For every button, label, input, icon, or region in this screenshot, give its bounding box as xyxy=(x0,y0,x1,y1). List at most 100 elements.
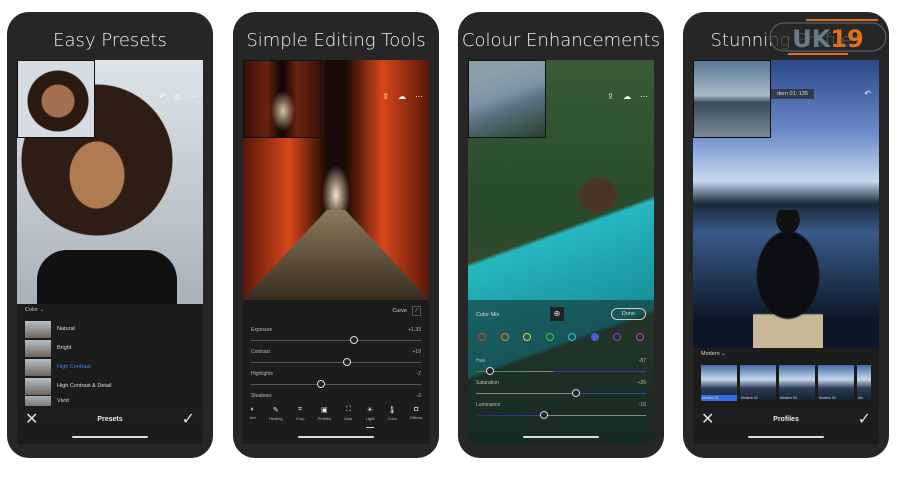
profile-thumbnail[interactable]: Modern 02 xyxy=(740,365,776,401)
profile-thumbnail[interactable]: Modern 01 xyxy=(701,365,737,401)
slider-label: Luminance xyxy=(476,402,501,408)
tool-selective[interactable]: ◐ tive xyxy=(250,406,256,428)
color-swatch[interactable] xyxy=(523,333,532,341)
color-swatch[interactable] xyxy=(568,333,577,341)
preset-item[interactable]: High Contrast & Detail xyxy=(25,377,111,395)
preset-label: Bright xyxy=(57,345,72,351)
profile-thumbnail[interactable]: Mo xyxy=(857,365,871,401)
slider-knob[interactable] xyxy=(572,389,580,397)
profile-thumbnail[interactable]: Modern 04 xyxy=(818,365,854,401)
top-icons: ⇪ ☁ ⋯ xyxy=(382,92,423,101)
contrast-slider[interactable]: Contrast +19 xyxy=(251,349,421,369)
preset-item-selected[interactable]: High Contrast xyxy=(25,358,91,376)
undo-icon[interactable]: ↶ xyxy=(159,92,166,101)
tool-effects[interactable]: ◘ Effects xyxy=(410,406,422,428)
slider-knob[interactable] xyxy=(343,358,351,366)
check-icon[interactable]: ✓ xyxy=(858,409,871,429)
curve-label: Curve xyxy=(392,308,408,314)
tool-label: Healing xyxy=(269,416,283,421)
home-indicator xyxy=(748,436,824,438)
tool-light[interactable]: ☀ Light xyxy=(365,406,375,428)
slider-knob[interactable] xyxy=(317,380,325,388)
share-icon[interactable]: ⇪ xyxy=(607,92,614,101)
slider-knob[interactable] xyxy=(350,336,358,344)
tool-label: Auto xyxy=(344,416,353,421)
curve-button[interactable]: Curve ⁄ xyxy=(392,306,421,316)
preset-thumbnail xyxy=(25,396,51,406)
profile-label: Modern 01 xyxy=(701,395,737,401)
sun-icon: ☀ xyxy=(366,407,374,414)
preset-thumbnail xyxy=(25,377,51,395)
profile-label: Modern 03 xyxy=(780,396,797,400)
filter-label: Color xyxy=(25,307,39,313)
tool-label: tive xyxy=(249,415,256,420)
slider-knob[interactable] xyxy=(486,367,494,375)
track xyxy=(251,340,421,341)
slider-value: +1.33 xyxy=(408,327,421,333)
tool-label: Effects xyxy=(410,415,423,420)
highlights-slider[interactable]: Highlights -7 xyxy=(251,371,421,391)
slider-label: Saturation xyxy=(476,380,499,386)
phone-title: Easy Presets xyxy=(53,30,167,51)
color-swatch[interactable] xyxy=(635,333,644,341)
more-icon[interactable]: ⋯ xyxy=(640,92,648,101)
profile-strip: Modern 01 Modern 02 Modern 03 Modern 04 Mo xyxy=(701,365,871,401)
tool-crop[interactable]: ⌗ Crop xyxy=(296,406,305,428)
phone-stunning-profiles: Stunning Profiles dern 01: 135 ↶ Modern … xyxy=(683,12,889,458)
cloud-icon[interactable]: ☁ xyxy=(398,92,406,101)
preset-item[interactable]: Vivid xyxy=(25,396,69,406)
screen: ⇪ ☁ ⋯ Curve ⁄ Exposure +1.33 Contrast +19 Hig… xyxy=(243,60,429,444)
done-button[interactable]: Done xyxy=(610,308,646,320)
profile-label: Modern 04 xyxy=(819,396,836,400)
screen: ↶ ◎ ⋯ Color ⌄ Natural Bright High Contrast… xyxy=(17,60,203,444)
hue-slider[interactable]: Hue -87 xyxy=(476,358,646,378)
screen: dern 01: 135 ↶ Modern ⌄ Modern 01 Modern … xyxy=(693,60,879,444)
top-icons: ↶ ◎ ⋯ xyxy=(159,92,197,101)
home-indicator xyxy=(72,436,148,438)
group-dropdown[interactable]: Modern ⌄ xyxy=(701,351,726,357)
share-icon[interactable]: ⇪ xyxy=(382,92,389,101)
slider-knob[interactable] xyxy=(540,411,548,419)
track xyxy=(476,371,646,372)
preset-thumbnail xyxy=(25,339,51,357)
preset-thumbnail xyxy=(25,358,51,376)
info-icon[interactable]: ◎ xyxy=(174,92,181,101)
filter-dropdown[interactable]: Color ⌄ xyxy=(25,307,44,313)
top-icons: ⇪ ☁ ⋯ xyxy=(607,92,648,101)
phone-easy-presets: Easy Presets ↶ ◎ ⋯ Color ⌄ Natural Bright … xyxy=(7,12,213,458)
color-swatch[interactable] xyxy=(545,333,554,341)
preset-item[interactable]: Natural xyxy=(25,320,75,338)
tool-auto[interactable]: ⛶ Auto xyxy=(344,406,352,428)
slider-value: -87 xyxy=(638,358,646,364)
cloud-icon[interactable]: ☁ xyxy=(623,92,631,101)
svg-text:UK19: UK19 xyxy=(792,25,864,53)
slider-label: Hue xyxy=(476,358,486,364)
bottom-bar: ✕ Profiles ✓ xyxy=(693,408,879,430)
profile-thumbnail[interactable]: Modern 03 xyxy=(779,365,815,401)
tool-color[interactable]: 🌡 Color xyxy=(387,406,397,428)
tool-profiles[interactable]: ▣ Profiles xyxy=(318,406,331,428)
exposure-slider[interactable]: Exposure +1.33 xyxy=(251,327,421,347)
bottom-title: Presets xyxy=(97,415,123,423)
close-icon[interactable]: ✕ xyxy=(25,409,38,429)
more-icon[interactable]: ⋯ xyxy=(415,92,423,101)
close-icon[interactable]: ✕ xyxy=(701,409,714,429)
color-swatch[interactable] xyxy=(478,333,486,341)
group-label: Modern xyxy=(701,351,720,357)
check-icon[interactable]: ✓ xyxy=(182,409,195,429)
color-swatch[interactable] xyxy=(590,333,599,341)
tool-healing[interactable]: ✎ Healing xyxy=(269,406,283,428)
saturation-slider[interactable]: Saturation +26 xyxy=(476,380,646,400)
preset-label: Natural xyxy=(57,326,75,332)
preset-label: High Contrast xyxy=(57,364,91,370)
more-icon[interactable]: ⋯ xyxy=(189,92,197,101)
target-icon[interactable]: ⊕ xyxy=(550,307,564,321)
luminance-slider[interactable]: Luminance -16 xyxy=(476,402,646,422)
track xyxy=(251,384,421,385)
preset-item[interactable]: Bright xyxy=(25,339,71,357)
color-swatch[interactable] xyxy=(613,333,622,341)
thermometer-icon: 🌡 xyxy=(387,407,397,414)
undo-icon[interactable]: ↶ xyxy=(864,89,871,98)
color-swatch[interactable] xyxy=(500,333,509,341)
auto-icon: ⛶ xyxy=(345,406,351,413)
